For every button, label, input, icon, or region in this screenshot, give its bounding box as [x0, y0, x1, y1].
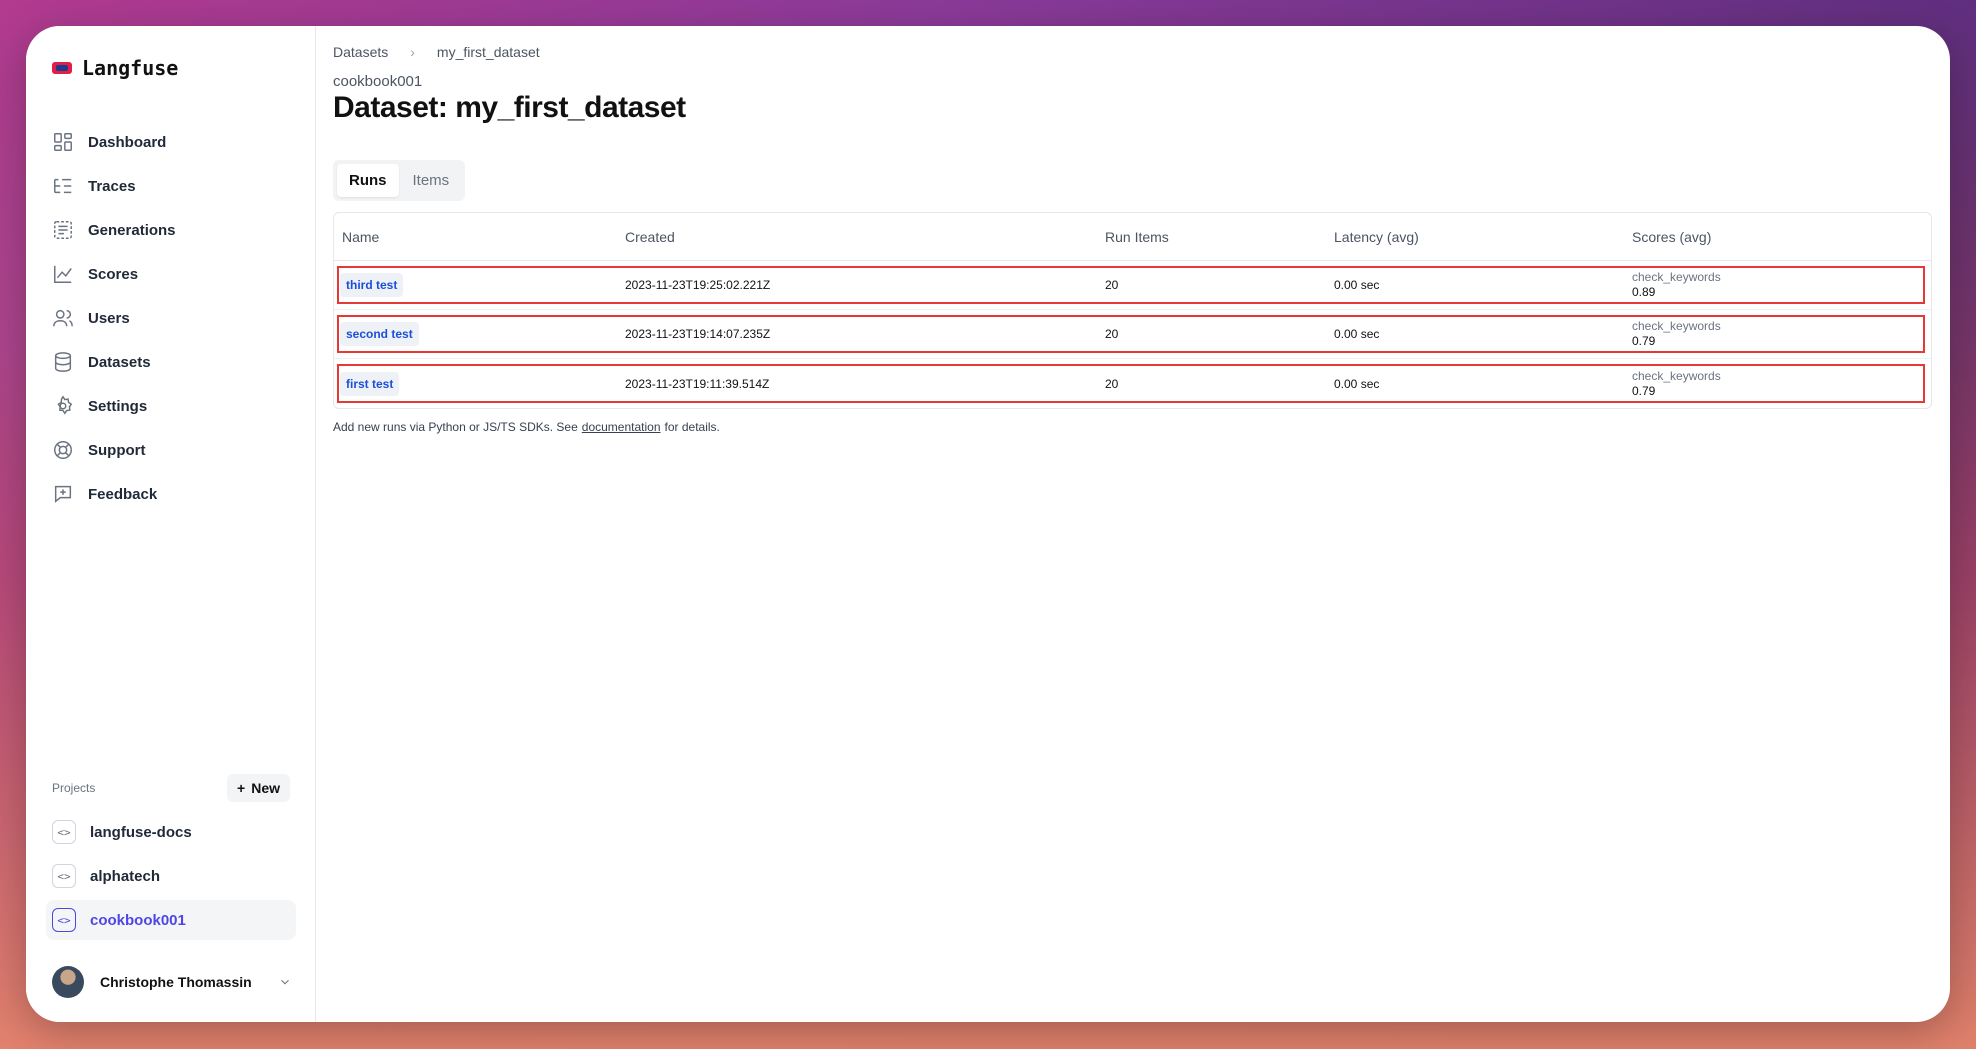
avatar — [52, 966, 84, 998]
breadcrumb-current: my_first_dataset — [436, 44, 540, 60]
support-icon — [54, 441, 72, 459]
breadcrumb: Datasets › my_first_dataset — [333, 44, 540, 60]
sidebar-item-label: Support — [88, 441, 146, 459]
table-row[interactable]: second test 2023-11-23T19:14:07.235Z 20 … — [334, 310, 1931, 359]
sidebar-item-settings[interactable]: Settings — [52, 384, 302, 428]
feedback-icon — [54, 485, 72, 503]
sidebar-item-generations[interactable]: Generations — [52, 208, 302, 252]
scores-cell: check_keywords 0.89 — [1624, 270, 1931, 300]
generations-icon — [54, 221, 72, 239]
score-value: 0.79 — [1632, 334, 1656, 348]
code-icon: <> — [52, 820, 76, 844]
scores-cell: check_keywords 0.79 — [1624, 319, 1931, 349]
code-icon: <> — [52, 908, 76, 932]
sidebar-item-dashboard[interactable]: Dashboard — [52, 120, 302, 164]
sidebar: Langfuse Dashboard Traces Generations Sc… — [26, 26, 316, 1022]
traces-icon — [54, 178, 72, 194]
plus-icon: + — [237, 780, 246, 796]
logo[interactable]: Langfuse — [52, 56, 178, 80]
run-items-cell: 20 — [1105, 278, 1119, 292]
score-name: check_keywords — [1632, 270, 1721, 284]
sidebar-item-users[interactable]: Users — [52, 296, 302, 340]
project-label: cookbook001 — [90, 911, 186, 929]
sidebar-item-label: Dashboard — [88, 133, 167, 151]
new-project-label: New — [251, 780, 280, 796]
sidebar-item-label: Settings — [88, 397, 148, 415]
score-value: 0.89 — [1632, 285, 1656, 299]
new-project-button[interactable]: + New — [227, 774, 290, 802]
documentation-link[interactable]: documentation — [582, 420, 661, 434]
sidebar-item-label: Traces — [88, 177, 136, 195]
dashboard-icon — [54, 133, 72, 151]
table-header: Name Created Run Items Latency (avg) Sco… — [334, 213, 1931, 261]
column-header-scores: Scores (avg) — [1632, 228, 1712, 245]
projects-label: Projects — [52, 781, 96, 795]
run-items-cell: 20 — [1105, 376, 1119, 391]
sidebar-item-traces[interactable]: Traces — [52, 164, 302, 208]
latency-cell: 0.00 sec — [1334, 327, 1380, 341]
app-window: Langfuse Dashboard Traces Generations Sc… — [26, 26, 1950, 1022]
created-cell: 2023-11-23T19:25:02.221Z — [625, 278, 771, 292]
score-name: check_keywords — [1632, 319, 1721, 333]
scores-cell: check_keywords 0.79 — [1624, 369, 1931, 399]
run-name-link[interactable]: first test — [340, 371, 400, 396]
footnote-text: Add new runs via Python or JS/TS SDKs. S… — [333, 420, 578, 434]
sidebar-item-scores[interactable]: Scores — [52, 252, 302, 296]
projects-header: Projects + New — [52, 774, 290, 802]
project-label: alphatech — [90, 867, 161, 885]
run-name-link[interactable]: third test — [340, 273, 404, 297]
sidebar-item-feedback[interactable]: Feedback — [52, 472, 302, 516]
scores-icon — [54, 265, 72, 283]
project-label: langfuse-docs — [90, 823, 192, 841]
breadcrumb-datasets-link[interactable]: Datasets — [333, 44, 388, 60]
project-item-alphatech[interactable]: <> alphatech — [46, 856, 296, 896]
project-list: <> langfuse-docs <> alphatech <> cookboo… — [46, 812, 296, 944]
sidebar-item-label: Datasets — [88, 353, 151, 371]
langfuse-logo-icon — [52, 62, 72, 74]
project-name: cookbook001 — [333, 73, 423, 90]
run-items-cell: 20 — [1105, 327, 1119, 341]
user-menu[interactable]: Christophe Thomassin — [52, 966, 292, 998]
created-cell: 2023-11-23T19:14:07.235Z — [625, 327, 771, 341]
table-row[interactable]: first test 2023-11-23T19:11:39.514Z 20 0… — [334, 359, 1931, 408]
chevron-right-icon: › — [410, 44, 415, 60]
sidebar-item-support[interactable]: Support — [52, 428, 302, 472]
tab-runs[interactable]: Runs — [337, 164, 399, 197]
column-header-created: Created — [625, 228, 675, 245]
app-name: Langfuse — [82, 56, 179, 80]
project-item-langfuse-docs[interactable]: <> langfuse-docs — [46, 812, 296, 852]
sidebar-item-label: Scores — [88, 265, 139, 283]
tab-bar: Runs Items — [333, 160, 466, 201]
users-icon — [53, 309, 73, 327]
table-row[interactable]: third test 2023-11-23T19:25:02.221Z 20 0… — [334, 261, 1931, 310]
sidebar-item-label: Users — [88, 309, 130, 327]
datasets-icon — [54, 352, 72, 372]
column-header-run-items: Run Items — [1105, 228, 1169, 245]
sidebar-item-datasets[interactable]: Datasets — [52, 340, 302, 384]
latency-cell: 0.00 sec — [1334, 376, 1380, 391]
project-item-cookbook001[interactable]: <> cookbook001 — [46, 900, 296, 940]
chevron-down-icon — [281, 979, 289, 985]
tab-items[interactable]: Items — [401, 164, 462, 197]
sidebar-nav: Dashboard Traces Generations Scores User… — [52, 120, 302, 516]
latency-cell: 0.00 sec — [1334, 278, 1380, 292]
column-header-latency: Latency (avg) — [1334, 228, 1419, 245]
footnote: Add new runs via Python or JS/TS SDKs. S… — [333, 420, 720, 434]
code-icon: <> — [52, 864, 76, 888]
sidebar-item-label: Generations — [88, 221, 176, 239]
user-name: Christophe Thomassin — [100, 974, 252, 990]
score-value: 0.79 — [1632, 383, 1656, 398]
score-name: check_keywords — [1632, 368, 1721, 383]
column-header-name: Name — [342, 228, 380, 245]
settings-icon — [57, 395, 73, 415]
run-name-link[interactable]: second test — [340, 322, 419, 346]
footnote-text-end: for details. — [664, 420, 720, 434]
sidebar-item-label: Feedback — [88, 485, 158, 503]
created-cell: 2023-11-23T19:11:39.514Z — [625, 376, 770, 391]
main-content: Datasets › my_first_dataset cookbook001 … — [333, 26, 1933, 1022]
page-title: Dataset: my_first_dataset — [333, 91, 686, 124]
runs-table: Name Created Run Items Latency (avg) Sco… — [333, 212, 1932, 409]
